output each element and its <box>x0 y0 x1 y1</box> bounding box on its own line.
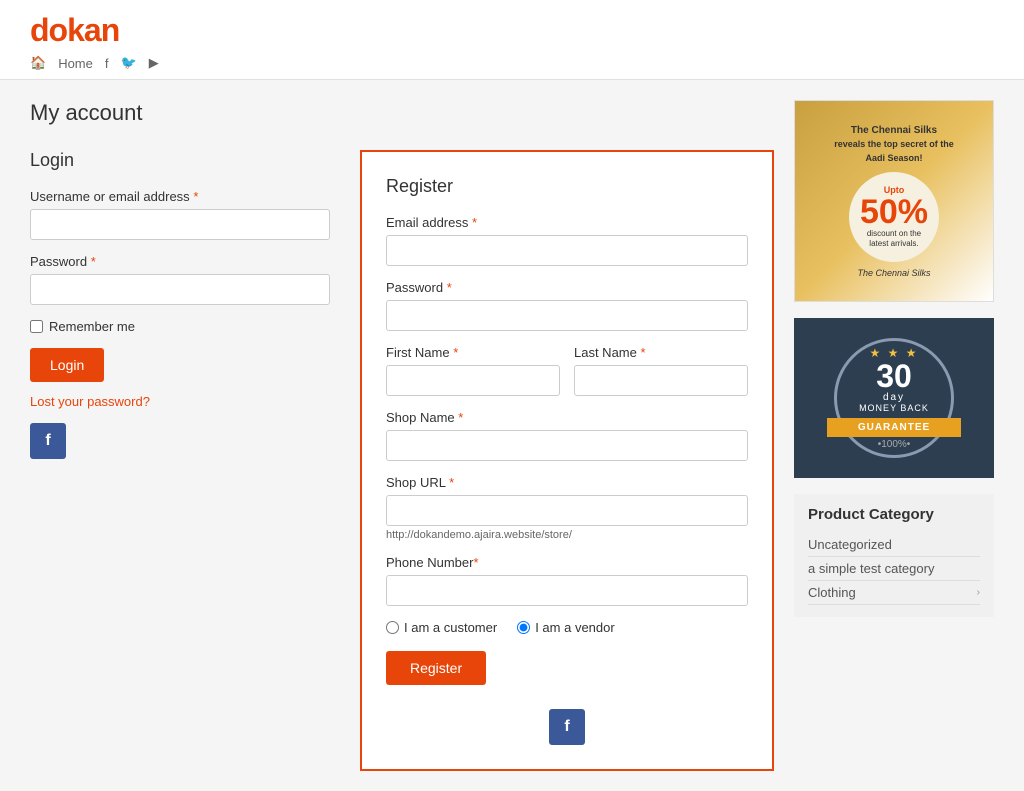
site-nav: 🏠 Home f 🐦 ▶ <box>30 49 994 71</box>
logo-accent: d <box>30 12 49 48</box>
phone-label: Phone Number* <box>386 555 748 570</box>
register-title: Register <box>386 176 748 197</box>
sidebar: The Chennai Silksreveals the top secret … <box>794 100 994 771</box>
ad-top-text: The Chennai Silksreveals the top secret … <box>834 124 954 166</box>
guarantee-badge: ★ ★ ★ 30 day MONEY BACK GUARANTEE •100%• <box>794 318 994 478</box>
category-list: Uncategorized a simple test category Clo… <box>808 533 980 605</box>
shop-url-label: Shop URL * <box>386 475 748 490</box>
reg-password-label: Password * <box>386 280 748 295</box>
last-name-label: Last Name * <box>574 345 748 360</box>
product-category-title: Product Category <box>808 506 980 523</box>
ad-banner-container: The Chennai Silksreveals the top secret … <box>794 100 994 302</box>
password-label: Password * <box>30 254 330 269</box>
ad-percent: 50% <box>860 195 928 229</box>
badge-days: 30 <box>876 360 912 392</box>
phone-input[interactable] <box>386 575 748 606</box>
category-label: a simple test category <box>808 561 934 576</box>
username-input[interactable] <box>30 209 330 240</box>
remember-label: Remember me <box>49 319 135 334</box>
badge-percent: •100%• <box>878 439 911 450</box>
home-link[interactable]: Home <box>58 56 93 71</box>
ad-discount-text: discount on thelatest arrivals. <box>867 229 921 248</box>
facebook-register-button[interactable]: f <box>549 709 585 745</box>
accounts-wrapper: Login Username or email address * Passwo… <box>30 150 774 771</box>
shop-name-group: Shop Name * <box>386 410 748 461</box>
reg-password-group: Password * <box>386 280 748 331</box>
email-label: Email address * <box>386 215 748 230</box>
facebook-nav-icon[interactable]: f <box>105 56 109 71</box>
password-input[interactable] <box>30 274 330 305</box>
badge-money-back: MONEY BACK <box>859 403 929 413</box>
shop-name-label: Shop Name * <box>386 410 748 425</box>
site-header: dokan 🏠 Home f 🐦 ▶ <box>0 0 1024 80</box>
phone-group: Phone Number* <box>386 555 748 606</box>
youtube-nav-icon[interactable]: ▶ <box>149 55 159 71</box>
ad-banner-content: The Chennai Silksreveals the top secret … <box>824 114 964 288</box>
shop-name-input[interactable] <box>386 430 748 461</box>
site-logo[interactable]: dokan <box>30 12 994 49</box>
remember-checkbox[interactable] <box>30 320 43 333</box>
remember-row: Remember me <box>30 319 330 334</box>
shop-url-hint: http://dokandemo.ajaira.website/store/ <box>386 529 748 541</box>
login-title: Login <box>30 150 330 171</box>
facebook-login-button[interactable]: f <box>30 423 66 459</box>
username-group: Username or email address * <box>30 189 330 240</box>
vendor-radio[interactable] <box>517 621 530 634</box>
lost-password-link[interactable]: Lost your password? <box>30 394 330 409</box>
category-item-uncategorized[interactable]: Uncategorized <box>808 533 980 557</box>
register-button[interactable]: Register <box>386 651 486 685</box>
product-category: Product Category Uncategorized a simple … <box>794 494 994 617</box>
email-input[interactable] <box>386 235 748 266</box>
customer-radio-option: I am a customer <box>386 620 497 635</box>
customer-radio-label: I am a customer <box>404 620 497 635</box>
category-label: Clothing <box>808 585 856 600</box>
login-section: Login Username or email address * Passwo… <box>30 150 330 771</box>
last-name-group: Last Name * <box>574 345 748 396</box>
first-name-label: First Name * <box>386 345 560 360</box>
register-section: Register Email address * Password * <box>360 150 774 771</box>
ad-banner: The Chennai Silksreveals the top secret … <box>795 101 993 301</box>
register-fb-row: f <box>386 709 748 745</box>
name-row: First Name * Last Name * <box>386 345 748 410</box>
login-button[interactable]: Login <box>30 348 104 382</box>
vendor-radio-label: I am a vendor <box>535 620 615 635</box>
vendor-radio-option: I am a vendor <box>517 620 615 635</box>
first-name-group: First Name * <box>386 345 560 396</box>
category-label: Uncategorized <box>808 537 892 552</box>
customer-radio[interactable] <box>386 621 399 634</box>
category-arrow-icon: › <box>977 587 980 598</box>
email-group: Email address * <box>386 215 748 266</box>
badge-day-label: day <box>883 392 905 403</box>
ad-brand: The Chennai Silks <box>834 268 954 278</box>
username-label: Username or email address * <box>30 189 330 204</box>
shop-url-group: Shop URL * http://dokandemo.ajaira.websi… <box>386 475 748 541</box>
role-radio-row: I am a customer I am a vendor <box>386 620 748 635</box>
last-name-input[interactable] <box>574 365 748 396</box>
twitter-nav-icon[interactable]: 🐦 <box>121 55 137 71</box>
logo-rest: okan <box>49 12 120 48</box>
badge-circle: ★ ★ ★ 30 day MONEY BACK GUARANTEE •100%• <box>834 338 954 458</box>
page-title: My account <box>30 100 774 126</box>
password-group: Password * <box>30 254 330 305</box>
home-icon: 🏠 <box>30 55 46 71</box>
first-name-input[interactable] <box>386 365 560 396</box>
category-item-simple-test[interactable]: a simple test category <box>808 557 980 581</box>
category-item-clothing[interactable]: Clothing › <box>808 581 980 605</box>
shop-url-input[interactable] <box>386 495 748 526</box>
badge-ribbon: GUARANTEE <box>827 418 961 437</box>
reg-password-input[interactable] <box>386 300 748 331</box>
main-content: My account Login Username or email addre… <box>30 100 774 771</box>
